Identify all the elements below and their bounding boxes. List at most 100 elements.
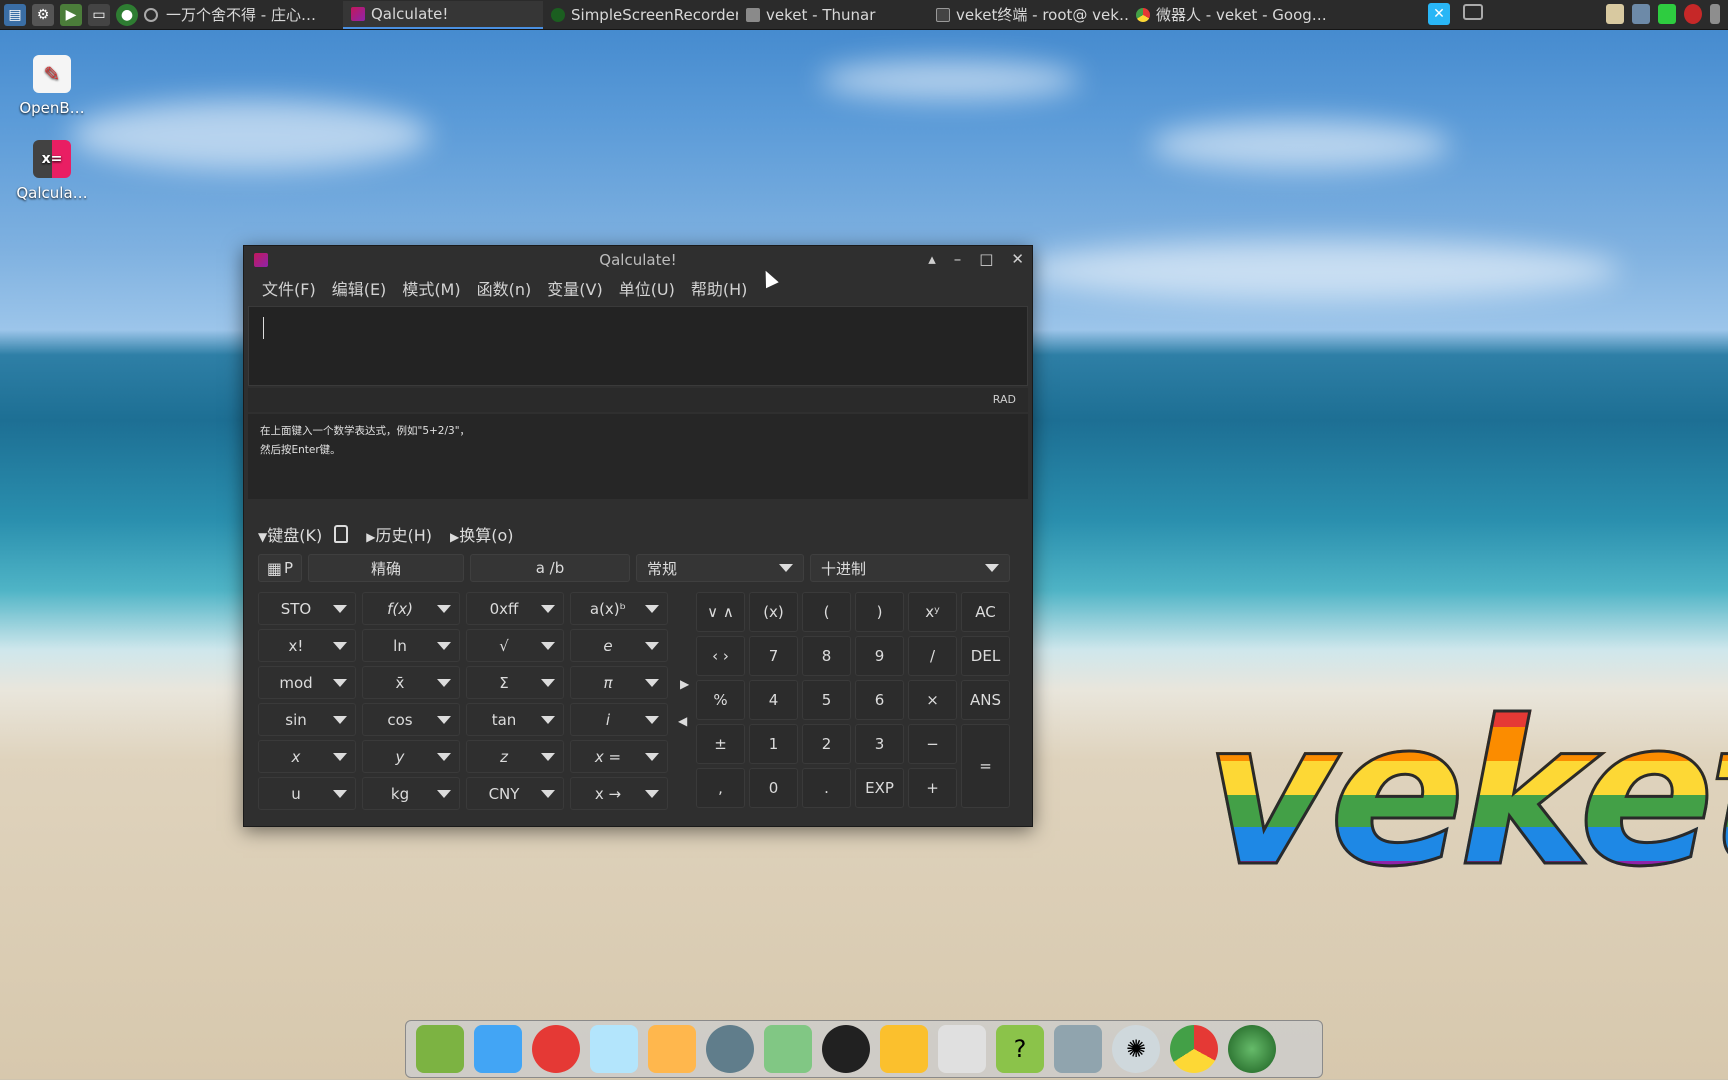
task-qalculate[interactable]: Qalculate! bbox=[343, 0, 543, 29]
percent-button[interactable]: % bbox=[696, 680, 745, 720]
task-chrome[interactable]: 微器人 - veket - Goog… bbox=[1128, 1, 1328, 29]
chevron-down-icon[interactable] bbox=[333, 715, 347, 724]
comma-button[interactable]: , bbox=[696, 768, 745, 808]
notebook-icon[interactable] bbox=[880, 1025, 928, 1073]
menu-edit[interactable]: 编辑(E) bbox=[324, 276, 395, 300]
chevron-down-icon[interactable] bbox=[333, 789, 347, 798]
chevron-down-icon[interactable] bbox=[541, 715, 555, 724]
desktop-icon-openboard[interactable]: ✎ OpenB… bbox=[2, 55, 102, 117]
chevron-down-icon[interactable] bbox=[645, 604, 659, 613]
plus-minus-button[interactable]: ± bbox=[696, 724, 745, 764]
menu-help[interactable]: 帮助(H) bbox=[683, 276, 756, 300]
menu-functions[interactable]: 函数(n) bbox=[469, 276, 540, 300]
base-select[interactable]: 十进制 bbox=[810, 554, 1010, 582]
x-variable-button[interactable]: x bbox=[258, 740, 356, 773]
clipboard-icon[interactable] bbox=[1606, 4, 1624, 24]
digit-7-button[interactable]: 7 bbox=[749, 636, 798, 676]
media-player-icon[interactable] bbox=[706, 1025, 754, 1073]
collapse-left-icon[interactable]: ◀ bbox=[678, 714, 687, 728]
close-paren-button[interactable]: ) bbox=[855, 592, 904, 632]
chevron-down-icon[interactable] bbox=[437, 789, 451, 798]
chevron-down-icon[interactable] bbox=[645, 752, 659, 761]
chevron-down-icon[interactable] bbox=[437, 752, 451, 761]
digit-9-button[interactable]: 9 bbox=[855, 636, 904, 676]
chevron-down-icon[interactable] bbox=[645, 641, 659, 650]
history-nav-button[interactable]: ∨ ∧ bbox=[696, 592, 745, 632]
digit-3-button[interactable]: 3 bbox=[855, 724, 904, 764]
imaginary-button[interactable]: i bbox=[570, 703, 668, 736]
sto-button[interactable]: STO bbox=[258, 592, 356, 625]
format-select[interactable]: 常规 bbox=[636, 554, 804, 582]
expand-right-icon[interactable]: ▶ bbox=[680, 677, 689, 691]
multiply-button[interactable]: × bbox=[908, 680, 957, 720]
chevron-down-icon[interactable] bbox=[333, 604, 347, 613]
paren-wrap-button[interactable]: (x) bbox=[749, 592, 798, 632]
network-icon[interactable] bbox=[764, 1025, 812, 1073]
answer-button[interactable]: ANS bbox=[961, 680, 1010, 720]
menu-units[interactable]: 单位(U) bbox=[611, 276, 683, 300]
y-variable-button[interactable]: y bbox=[362, 740, 460, 773]
task-screenrecorder[interactable]: SimpleScreenRecorder bbox=[543, 1, 738, 29]
show-desktop-icon[interactable] bbox=[1463, 4, 1483, 20]
globe-icon[interactable] bbox=[1228, 1025, 1276, 1073]
power-button[interactable]: xʸ bbox=[908, 592, 957, 632]
terminal-icon[interactable]: ▭ bbox=[88, 3, 110, 26]
unit-button[interactable]: u bbox=[258, 777, 356, 810]
network-monitor-icon[interactable]: ✕ bbox=[1428, 3, 1450, 25]
chevron-down-icon[interactable] bbox=[333, 641, 347, 650]
clear-button[interactable]: AC bbox=[961, 592, 1010, 632]
exact-button[interactable]: 精确 bbox=[308, 554, 464, 582]
hex-button[interactable]: 0xff bbox=[466, 592, 564, 625]
e-button[interactable]: e bbox=[570, 629, 668, 662]
decimal-point-button[interactable]: . bbox=[802, 768, 851, 808]
monitor-icon[interactable] bbox=[474, 1025, 522, 1073]
fraction-button[interactable]: a /b bbox=[470, 554, 630, 582]
z-variable-button[interactable]: z bbox=[466, 740, 564, 773]
keypad-mode-button[interactable]: ▦ P bbox=[258, 554, 302, 582]
digit-8-button[interactable]: 8 bbox=[802, 636, 851, 676]
window-titlebar[interactable]: Qalculate! ▴ – □ ✕ bbox=[244, 246, 1032, 274]
chevron-down-icon[interactable] bbox=[437, 604, 451, 613]
play-icon[interactable]: ▶ bbox=[60, 3, 82, 26]
chevron-down-icon[interactable] bbox=[541, 641, 555, 650]
chevron-down-icon[interactable] bbox=[541, 678, 555, 687]
equals-button[interactable]: = bbox=[961, 724, 1010, 808]
currency-button[interactable]: CNY bbox=[466, 777, 564, 810]
chevron-down-icon[interactable] bbox=[645, 789, 659, 798]
cos-button[interactable]: cos bbox=[362, 703, 460, 736]
task-music[interactable]: 一万个舍不得 - 庄心… bbox=[158, 1, 343, 29]
conversion-toggle[interactable]: ▶换算(o) bbox=[450, 522, 514, 546]
chevron-down-icon[interactable] bbox=[541, 752, 555, 761]
factorial-button[interactable]: x! bbox=[258, 629, 356, 662]
digit-0-button[interactable]: 0 bbox=[749, 768, 798, 808]
task-thunar[interactable]: veket - Thunar bbox=[738, 1, 928, 29]
menu-mode[interactable]: 模式(M) bbox=[394, 276, 468, 300]
lock-icon[interactable] bbox=[334, 525, 349, 543]
chevron-down-icon[interactable] bbox=[333, 678, 347, 687]
sqrt-button[interactable]: √ bbox=[466, 629, 564, 662]
chevron-down-icon[interactable] bbox=[645, 715, 659, 724]
globe-icon[interactable]: ● bbox=[116, 3, 138, 26]
system-monitor-icon[interactable]: ▤ bbox=[4, 3, 26, 26]
add-button[interactable]: + bbox=[908, 768, 957, 808]
ln-button[interactable]: ln bbox=[362, 629, 460, 662]
digit-1-button[interactable]: 1 bbox=[749, 724, 798, 764]
settings-icon[interactable]: ✺ bbox=[1112, 1025, 1160, 1073]
mod-button[interactable]: mod bbox=[258, 666, 356, 699]
convert-button[interactable]: x → bbox=[570, 777, 668, 810]
media-icon[interactable] bbox=[144, 7, 158, 22]
tan-button[interactable]: tan bbox=[466, 703, 564, 736]
exponent-button[interactable]: EXP bbox=[855, 768, 904, 808]
minimize-icon[interactable]: – bbox=[954, 250, 962, 268]
function-button[interactable]: f(x) bbox=[362, 592, 460, 625]
help-icon[interactable]: ? bbox=[996, 1025, 1044, 1073]
scanner-icon[interactable] bbox=[1054, 1025, 1102, 1073]
penguin-icon[interactable] bbox=[822, 1025, 870, 1073]
subtract-button[interactable]: − bbox=[908, 724, 957, 764]
chevron-down-icon[interactable] bbox=[437, 641, 451, 650]
digit-5-button[interactable]: 5 bbox=[802, 680, 851, 720]
sin-button[interactable]: sin bbox=[258, 703, 356, 736]
open-paren-button[interactable]: ( bbox=[802, 592, 851, 632]
maximize-icon[interactable]: □ bbox=[979, 250, 993, 268]
file-manager-icon[interactable] bbox=[416, 1025, 464, 1073]
